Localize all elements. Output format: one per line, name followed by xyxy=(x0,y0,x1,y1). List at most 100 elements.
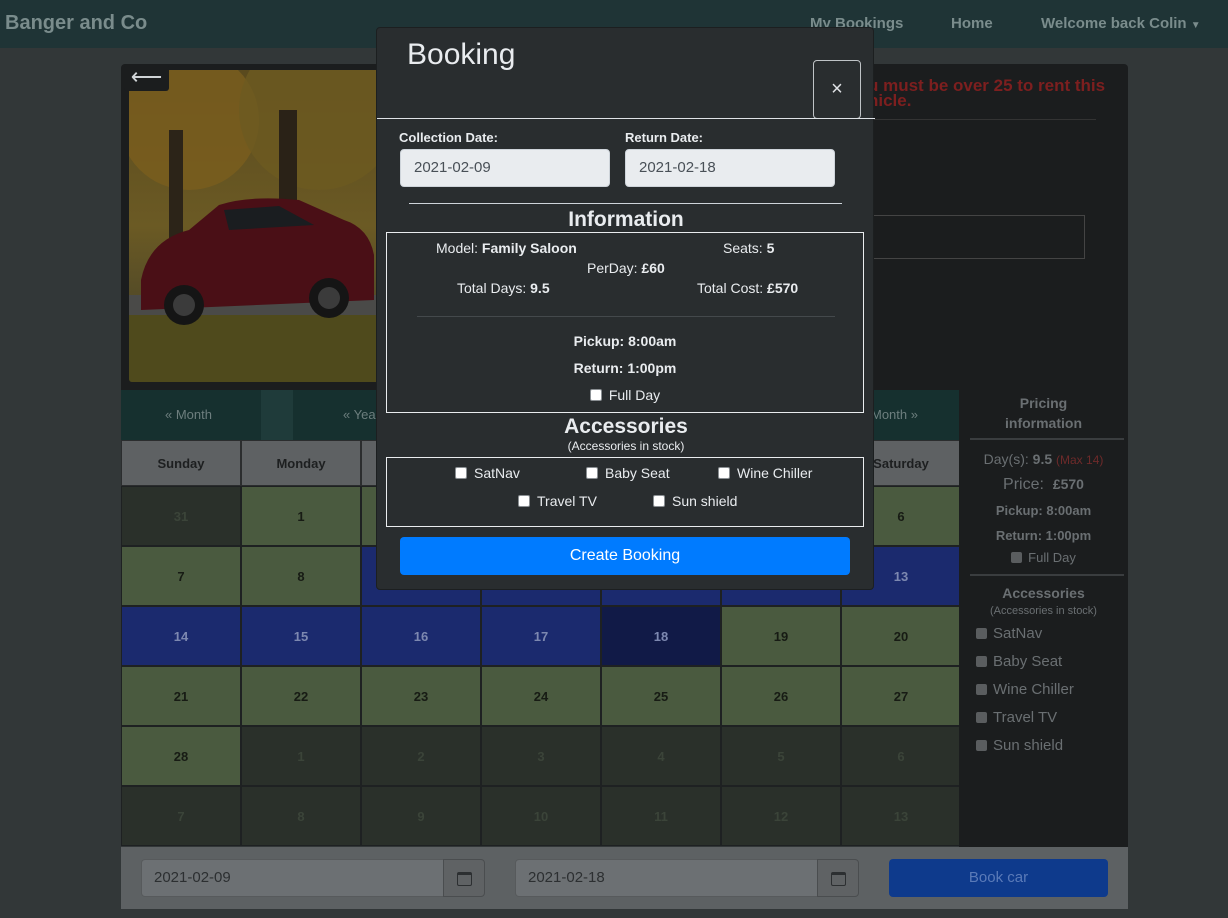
information-heading: Information xyxy=(568,208,684,231)
calendar-day-cell[interactable]: 2 xyxy=(361,726,481,786)
modal-accessory-travel-tv[interactable]: Travel TV xyxy=(518,493,597,509)
total-cost-value: £570 xyxy=(767,280,799,296)
calendar-day-cell[interactable]: 4 xyxy=(601,726,721,786)
calendar-day-cell[interactable]: 8 xyxy=(241,786,361,846)
accessory-wine-chiller[interactable]: Wine Chiller xyxy=(976,681,1074,698)
prev-year-button[interactable]: « Yea xyxy=(343,407,376,422)
calendar-day-cell[interactable]: 5 xyxy=(721,726,841,786)
calendar-day-cell[interactable]: 1 xyxy=(241,486,361,546)
divider xyxy=(409,203,842,204)
close-icon: × xyxy=(831,78,843,100)
modal-accessory-sun-shield[interactable]: Sun shield xyxy=(653,493,737,509)
calendar-day-cell[interactable]: 18 xyxy=(601,606,721,666)
next-month-button[interactable]: Month » xyxy=(871,407,918,422)
book-car-button[interactable]: Book car xyxy=(889,859,1108,897)
calendar-day-cell[interactable]: 26 xyxy=(721,666,841,726)
modal-accessory-baby-seat[interactable]: Baby Seat xyxy=(586,465,670,481)
calendar-day-cell[interactable]: 24 xyxy=(481,666,601,726)
create-booking-button[interactable]: Create Booking xyxy=(400,537,850,575)
calendar-day-cell[interactable]: 1 xyxy=(241,726,361,786)
calendar-day-cell[interactable]: 23 xyxy=(361,666,481,726)
days-max: (Max 14) xyxy=(1056,453,1104,467)
nav-home[interactable]: Home xyxy=(951,15,993,32)
calendar-day-cell[interactable]: 16 xyxy=(361,606,481,666)
calendar-icon xyxy=(457,872,472,886)
accessory-label: Wine Chiller xyxy=(993,681,1074,698)
total-days-label: Total Days: xyxy=(457,280,527,296)
accessory-label: Wine Chiller xyxy=(737,465,813,481)
caret-down-icon: ▼ xyxy=(1190,20,1201,31)
calendar-day-cell[interactable]: 8 xyxy=(241,546,361,606)
checkbox-icon xyxy=(589,389,602,401)
collection-date-picker-button[interactable] xyxy=(443,859,485,897)
calendar-day-cell[interactable]: 22 xyxy=(241,666,361,726)
modal-accessory-satnav[interactable]: SatNav xyxy=(455,465,520,481)
details-box xyxy=(870,215,1085,259)
modal-title: Booking xyxy=(407,38,516,71)
pickup-time: Pickup: 8:00am xyxy=(995,503,1092,518)
calendar-day-cell[interactable]: 28 xyxy=(121,726,241,786)
calendar-day-cell[interactable]: 13 xyxy=(841,786,961,846)
modal-full-day-checkbox[interactable]: Full Day xyxy=(387,387,863,403)
calendar-day-cell[interactable]: 14 xyxy=(121,606,241,666)
accessory-label: SatNav xyxy=(993,625,1043,642)
back-arrow-button[interactable]: ⟵ xyxy=(124,64,169,91)
checkbox-icon xyxy=(976,740,987,751)
accessories-box: SatNav Baby Seat Wine Chiller Travel TV … xyxy=(386,457,864,527)
return-date-picker-button[interactable] xyxy=(817,859,859,897)
calendar-day-cell[interactable]: 25 xyxy=(601,666,721,726)
accessory-label: Sun shield xyxy=(993,737,1064,754)
accessory-baby-seat[interactable]: Baby Seat xyxy=(976,653,1062,670)
prev-month-button[interactable]: « Month xyxy=(165,407,212,422)
modal-return-date-input[interactable]: 2021-02-18 xyxy=(625,149,835,187)
calendar-day-cell[interactable]: 10 xyxy=(481,786,601,846)
booking-modal: Booking × Collection Date: 2021-02-09 Re… xyxy=(376,27,875,590)
checkbox-icon xyxy=(976,628,987,639)
divider xyxy=(970,438,1124,440)
brand-logo[interactable]: Banger and Co xyxy=(5,12,147,35)
accessory-satnav[interactable]: SatNav xyxy=(976,625,1042,642)
calendar-day-cell[interactable]: 9 xyxy=(361,786,481,846)
model-label: Model: xyxy=(436,240,479,256)
checkbox-icon xyxy=(976,712,987,723)
seats-label: Seats: xyxy=(723,240,763,256)
accessories-title: Accessories xyxy=(1002,585,1085,601)
close-button[interactable]: × xyxy=(813,60,861,119)
collection-date-input[interactable]: 2021-02-09 xyxy=(141,859,444,897)
calendar-day-cell[interactable]: 20 xyxy=(841,606,961,666)
modal-collection-date-input[interactable]: 2021-02-09 xyxy=(400,149,610,187)
calendar-today-button[interactable] xyxy=(261,390,293,440)
calendar-day-cell[interactable]: 15 xyxy=(241,606,361,666)
accessory-sun-shield[interactable]: Sun shield xyxy=(976,737,1063,754)
days-value: 9.5 xyxy=(1032,451,1053,467)
modal-header-divider xyxy=(377,118,875,119)
calendar-day-cell[interactable]: 19 xyxy=(721,606,841,666)
user-menu-label: Welcome back Colin xyxy=(1041,15,1187,32)
calendar-day-cell[interactable]: 31 xyxy=(121,486,241,546)
nav-user-menu[interactable]: Welcome back Colin ▼ xyxy=(1041,15,1201,32)
accessory-label: Travel TV xyxy=(537,493,597,509)
total-cost-row: Total Cost: £570 xyxy=(697,280,798,296)
calendar-day-cell[interactable]: 21 xyxy=(121,666,241,726)
price-value: £570 xyxy=(1052,476,1084,492)
divider xyxy=(417,316,835,317)
return-date-label: Return Date: xyxy=(625,130,704,145)
calendar-day-cell[interactable]: 6 xyxy=(841,726,961,786)
seats-row: Seats: 5 xyxy=(723,240,774,256)
accessory-label: Travel TV xyxy=(993,709,1058,726)
calendar-day-cell[interactable]: 11 xyxy=(601,786,721,846)
accessory-travel-tv[interactable]: Travel TV xyxy=(976,709,1057,726)
accessories-subtitle: (Accessories in stock) xyxy=(567,439,685,453)
divider xyxy=(870,119,1096,120)
full-day-checkbox[interactable]: Full Day xyxy=(959,550,1128,565)
seats-value: 5 xyxy=(766,240,775,256)
calendar-day-cell[interactable]: 27 xyxy=(841,666,961,726)
calendar-day-cell[interactable]: 7 xyxy=(121,786,241,846)
calendar-day-cell[interactable]: 7 xyxy=(121,546,241,606)
calendar-day-cell[interactable]: 3 xyxy=(481,726,601,786)
modal-accessory-wine-chiller[interactable]: Wine Chiller xyxy=(718,465,812,481)
calendar-day-cell[interactable]: 12 xyxy=(721,786,841,846)
return-date-input[interactable]: 2021-02-18 xyxy=(515,859,818,897)
checkbox-icon xyxy=(455,467,467,479)
calendar-day-cell[interactable]: 17 xyxy=(481,606,601,666)
